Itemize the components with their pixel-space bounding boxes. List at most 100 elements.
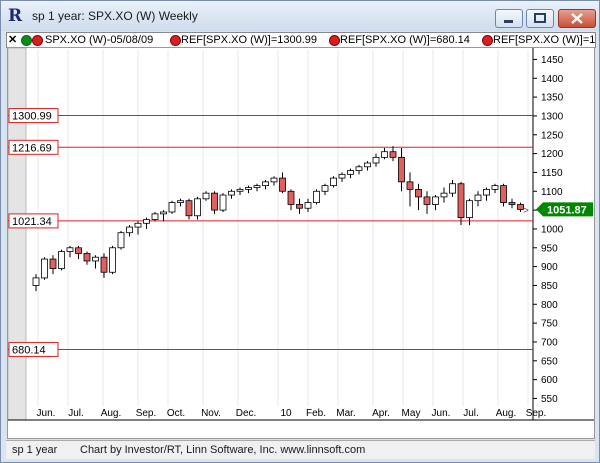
maximize-icon xyxy=(534,13,546,23)
candle-body xyxy=(100,256,108,273)
candle-body xyxy=(415,188,422,198)
y-tick-label: 1000 xyxy=(541,224,564,235)
candle-body xyxy=(423,196,431,205)
minimize-icon xyxy=(504,20,513,23)
y-tick-label: 700 xyxy=(541,337,558,348)
candle-body xyxy=(474,194,482,202)
y-tick-label: 950 xyxy=(541,243,558,254)
chart-plot-area[interactable]: Jun. Jul. Aug. Sep. Oct. Nov. Dec. 10 Feb. Mar. Ap… xyxy=(7,47,595,439)
x-tick-label: Feb. xyxy=(306,408,326,419)
candle-body xyxy=(109,247,116,273)
candle-body xyxy=(406,181,414,190)
candle-body xyxy=(177,200,184,203)
y-tick-label: 1200 xyxy=(541,149,564,160)
minimize-button[interactable] xyxy=(495,9,523,28)
candle-body xyxy=(500,185,507,203)
legend-up-color-dot xyxy=(21,35,32,46)
x-tick-label: Sep. xyxy=(526,408,547,419)
candle-body xyxy=(338,173,346,179)
candle-body xyxy=(202,192,210,200)
reference-label: 1216.69 xyxy=(12,142,52,154)
current-price-arrow: > xyxy=(523,205,529,216)
legend-ref1-dot xyxy=(170,35,181,46)
y-tick-label: 600 xyxy=(541,375,558,386)
y-tick-label: 650 xyxy=(541,356,558,367)
candle-body xyxy=(126,226,133,234)
candle-body xyxy=(364,162,371,168)
candle-body xyxy=(185,200,193,217)
legend-symbol[interactable]: SPX.XO (W)-05/08/09 xyxy=(45,33,153,47)
legend-down-color-dot xyxy=(32,35,43,46)
candle-body xyxy=(160,211,167,215)
candle-body xyxy=(151,213,159,220)
candle-body xyxy=(83,253,91,262)
left-scrollbar xyxy=(7,47,27,421)
x-tick-label: 10 xyxy=(280,408,292,419)
candle-body xyxy=(389,151,397,158)
candle-body xyxy=(49,258,57,269)
close-button[interactable] xyxy=(558,9,596,28)
legend-ref1[interactable]: REF[SPX.XO (W)]=1300.99 xyxy=(181,33,317,47)
candle-body xyxy=(253,185,261,188)
x-tick-label: Jun. xyxy=(432,408,451,419)
candle-body xyxy=(449,183,456,194)
reference-label: 1021.34 xyxy=(12,216,52,228)
x-tick-label: Oct. xyxy=(167,408,185,419)
candle-body xyxy=(398,156,405,183)
legend-close-icon[interactable]: ✕ xyxy=(8,33,17,47)
candle-body xyxy=(58,251,65,269)
y-tick-label: 900 xyxy=(541,262,558,273)
indicator-legend: ✕ SPX.XO (W)-05/08/09 REF[SPX.XO (W)]=13… xyxy=(6,32,596,48)
candle-body xyxy=(347,170,354,175)
candle-body xyxy=(457,183,465,219)
y-tick-label: 800 xyxy=(541,300,558,311)
candle-body xyxy=(508,202,516,205)
legend-ref2-dot xyxy=(329,35,340,46)
reference-label: 680.14 xyxy=(12,344,46,356)
status-bar: sp 1 year Chart by Investor/RT, Linn Sof… xyxy=(6,440,595,459)
x-tick-label: Jun. xyxy=(37,408,56,419)
legend-ref3-dot xyxy=(482,35,493,46)
candle-body xyxy=(313,190,320,203)
candle-body xyxy=(491,185,499,190)
x-tick-label: Dec. xyxy=(236,408,257,419)
legend-ref2[interactable]: REF[SPX.XO (W)]=680.14 xyxy=(340,33,470,47)
y-tick-label: 1450 xyxy=(541,55,564,66)
x-tick-label: Jul. xyxy=(68,408,84,419)
candle-body xyxy=(483,188,490,196)
x-tick-label: Mar. xyxy=(336,408,355,419)
candle-body xyxy=(355,166,363,171)
candle-body xyxy=(304,202,312,209)
y-tick-label: 1350 xyxy=(541,93,564,104)
candle-body xyxy=(194,198,201,217)
candle-body xyxy=(381,151,388,158)
reference-label: 1300.99 xyxy=(12,111,52,123)
status-layout-name: sp 1 year xyxy=(12,444,58,456)
y-tick-label: 1300 xyxy=(541,111,564,122)
candle-body xyxy=(143,219,150,224)
candle-body xyxy=(168,202,176,213)
candle-body xyxy=(372,156,380,164)
candle-body xyxy=(296,204,303,209)
candle-body xyxy=(270,177,278,183)
candle-body xyxy=(32,277,40,286)
candle-body xyxy=(75,247,82,254)
app-logo-icon: R xyxy=(8,6,23,26)
candle-body xyxy=(287,190,295,205)
title-bar[interactable]: R sp 1 year: SPX.XO (W) Weekly xyxy=(1,1,599,31)
maximize-button[interactable] xyxy=(526,9,554,28)
legend-ref3[interactable]: REF[SPX.XO (W)]=10 xyxy=(493,33,595,47)
candle-body xyxy=(117,232,125,249)
candle-body xyxy=(279,177,286,192)
candle-body xyxy=(66,247,74,252)
x-tick-label: May xyxy=(402,408,421,419)
x-tick-label: Apr. xyxy=(372,408,390,419)
x-tick-label: Aug. xyxy=(101,408,122,419)
candle-body xyxy=(228,190,235,196)
y-tick-label: 1150 xyxy=(541,168,563,179)
y-tick-label: 1250 xyxy=(541,130,564,141)
y-tick-label: 850 xyxy=(541,281,558,292)
price-chart[interactable]: Jun. Jul. Aug. Sep. Oct. Nov. Dec. 10 Feb. Mar. Ap… xyxy=(7,47,594,438)
candle-body xyxy=(262,181,269,187)
x-tick-label: Nov. xyxy=(201,408,221,419)
